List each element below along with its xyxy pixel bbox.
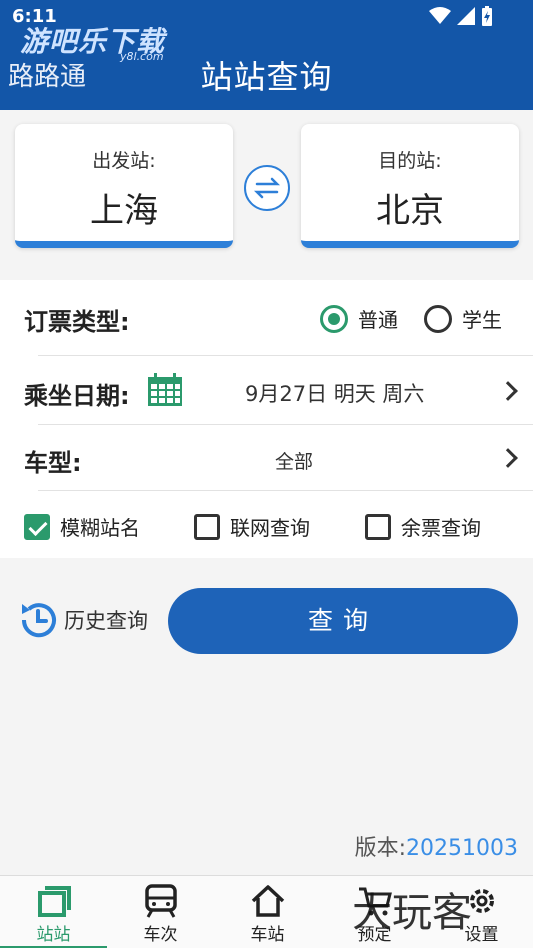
date-row[interactable]: 乘坐日期: 9月27日 明天 周六 [0, 356, 533, 424]
ticket-type-label: 订票类型: [24, 308, 130, 336]
from-station-label: 出发站: [92, 150, 156, 172]
app-header: 6:11 游吧乐下载 y8l.com 路路通 站站查询 [0, 0, 533, 110]
online-query-checkbox[interactable]: 联网查询 [194, 512, 310, 541]
checkbox-unchecked-icon [365, 513, 391, 540]
wifi-icon [429, 7, 451, 24]
station-icon [37, 886, 71, 917]
train-type-label: 车型: [24, 449, 82, 477]
from-station-value: 上海 [90, 191, 158, 231]
radio-unselected-icon [424, 304, 452, 333]
ticket-type-normal[interactable]: 普通 [320, 304, 398, 333]
battery-icon [482, 6, 492, 26]
divider [38, 490, 533, 491]
fuzzy-station-checkbox[interactable]: 模糊站名 [24, 512, 140, 541]
fuzzy-station-label: 模糊站名 [60, 516, 140, 540]
remaining-tickets-checkbox[interactable]: 余票查询 [365, 512, 481, 541]
status-icons [429, 6, 493, 26]
page-title: 站站查询 [200, 58, 333, 96]
bottom-nav: 站站 车次 车站 预定 设置 大玩客 [0, 875, 533, 948]
nav-tab-station[interactable]: 车站 [214, 876, 321, 948]
nav-label: 站站 [36, 925, 71, 945]
to-station-label: 目的站: [378, 150, 442, 172]
from-station-card[interactable]: 出发站: 上海 [15, 124, 233, 248]
nav-tab-train[interactable]: 车次 [107, 876, 214, 948]
chevron-right-icon [498, 381, 518, 401]
checkbox-unchecked-icon [194, 513, 220, 540]
station-selector: 出发站: 上海 目的站: 北京 [0, 110, 533, 280]
version-info: 版本:20251003 [355, 830, 518, 862]
train-icon [144, 884, 177, 918]
calendar-icon [148, 373, 182, 406]
ticket-type-row: 订票类型: 普通 学生 [0, 280, 533, 355]
nav-label: 车次 [143, 925, 178, 945]
corner-watermark: 大玩客 [352, 890, 472, 936]
ticket-type-normal-label: 普通 [358, 308, 398, 332]
radio-selected-icon [320, 304, 348, 333]
ticket-type-student-label: 学生 [462, 308, 502, 332]
version-number: 20251003 [406, 836, 518, 861]
to-station-card[interactable]: 目的站: 北京 [301, 124, 519, 248]
home-icon [251, 885, 284, 917]
nav-tab-station-to-station[interactable]: 站站 [0, 876, 107, 948]
history-query-label: 历史查询 [64, 609, 148, 633]
date-label: 乘坐日期: [24, 382, 130, 410]
train-type-row[interactable]: 车型: 全部 [0, 425, 533, 491]
chevron-right-icon [498, 448, 518, 468]
date-value: 9月27日 明天 周六 [245, 382, 425, 406]
ticket-type-student[interactable]: 学生 [424, 304, 502, 333]
query-button[interactable]: 查询 [168, 588, 518, 654]
swap-icon [253, 177, 281, 199]
swap-stations-button[interactable] [244, 165, 290, 211]
history-icon [21, 603, 56, 638]
query-form: 订票类型: 普通 学生 乘坐日期: 9月27日 明天 周六 车型: 全部 模糊站… [0, 280, 533, 558]
signal-icon [457, 7, 475, 25]
history-query-button[interactable]: 历史查询 [16, 598, 148, 642]
checkbox-checked-icon [24, 513, 50, 540]
to-station-value: 北京 [376, 191, 444, 231]
version-label: 版本: [354, 836, 407, 861]
online-query-label: 联网查询 [230, 516, 310, 540]
train-type-value: 全部 [275, 451, 314, 473]
nav-label: 车站 [250, 925, 285, 945]
remaining-tickets-label: 余票查询 [401, 516, 481, 540]
